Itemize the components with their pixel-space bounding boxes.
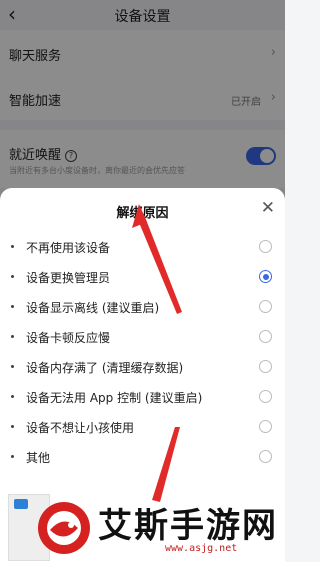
bullet-icon <box>11 455 14 458</box>
option-label: 其他 <box>26 451 51 465</box>
watermark-url: www.asjg.net <box>165 543 238 554</box>
reason-option[interactable]: 设备显示离线 (建议重启) <box>0 292 285 322</box>
radio-button[interactable] <box>259 330 272 343</box>
bullet-icon <box>11 275 14 278</box>
option-label: 设备无法用 App 控制 (建议重启) <box>26 391 203 405</box>
option-label: 不再使用该设备 <box>26 241 111 255</box>
bullet-icon <box>11 245 14 248</box>
bullet-icon <box>11 395 14 398</box>
radio-button[interactable] <box>259 360 272 373</box>
radio-button-selected[interactable] <box>259 270 272 283</box>
option-label: 设备卡顿反应慢 <box>26 331 111 345</box>
reason-option[interactable]: 不再使用该设备 <box>0 232 285 262</box>
reason-option[interactable]: 其他 <box>0 442 285 472</box>
watermark-logo-icon <box>38 502 90 554</box>
option-label: 设备不想让小孩使用 <box>26 421 135 435</box>
option-label: 设备显示离线 (建议重启) <box>26 301 160 315</box>
reason-option[interactable]: 设备更换管理员 <box>0 262 285 292</box>
radio-button[interactable] <box>259 300 272 313</box>
reason-option[interactable]: 设备不想让小孩使用 <box>0 412 285 442</box>
bullet-icon <box>11 305 14 308</box>
option-label: 设备内存满了 (清理缓存数据) <box>26 361 184 375</box>
bullet-icon <box>11 425 14 428</box>
reason-option[interactable]: 设备卡顿反应慢 <box>0 322 285 352</box>
option-label: 设备更换管理员 <box>26 271 111 285</box>
bullet-icon <box>11 335 14 338</box>
close-icon[interactable]: ✕ <box>261 198 275 218</box>
radio-button[interactable] <box>259 390 272 403</box>
radio-button[interactable] <box>259 420 272 433</box>
radio-button[interactable] <box>259 240 272 253</box>
sheet-title: 解绑原因 <box>116 206 169 221</box>
reason-option[interactable]: 设备无法用 App 控制 (建议重启) <box>0 382 285 412</box>
bullet-icon <box>11 365 14 368</box>
blue-tag-icon <box>14 499 28 509</box>
reason-option[interactable]: 设备内存满了 (清理缓存数据) <box>0 352 285 382</box>
radio-button[interactable] <box>259 450 272 463</box>
watermark-text: 艾斯手游网 <box>98 506 278 546</box>
